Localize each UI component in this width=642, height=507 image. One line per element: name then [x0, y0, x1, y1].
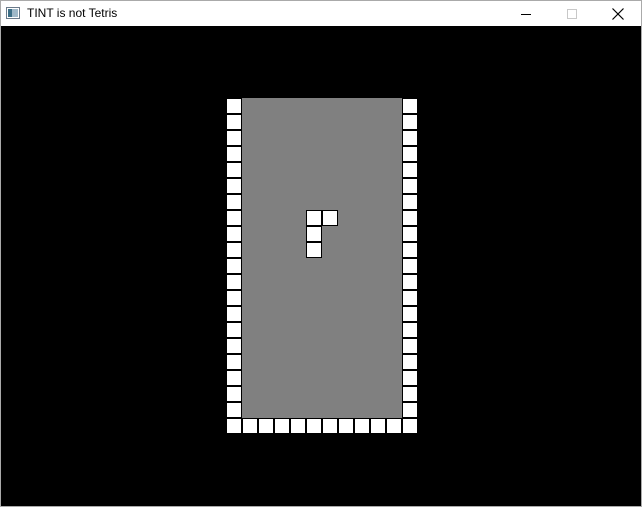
close-icon [612, 7, 624, 20]
right-wall-block [402, 146, 418, 162]
left-wall-block [226, 114, 242, 130]
left-wall-block [226, 306, 242, 322]
close-button[interactable] [595, 1, 641, 26]
left-wall-block [226, 322, 242, 338]
floor-block [306, 418, 322, 434]
right-wall-block [402, 210, 418, 226]
right-wall-block [402, 402, 418, 418]
maximize-button [549, 1, 595, 26]
app-window: TINT is not Tetris [0, 0, 642, 507]
game-canvas[interactable] [1, 26, 641, 506]
left-wall-block [226, 130, 242, 146]
right-wall-block [402, 226, 418, 242]
left-wall-block [226, 242, 242, 258]
right-wall-block [402, 370, 418, 386]
left-wall-block [226, 386, 242, 402]
left-wall-block [226, 226, 242, 242]
floor-block [386, 418, 402, 434]
right-wall-block [402, 178, 418, 194]
left-wall-block [226, 210, 242, 226]
floor-block [242, 418, 258, 434]
left-wall-block [226, 370, 242, 386]
active-piece-block [306, 226, 322, 242]
right-wall-block [402, 130, 418, 146]
right-wall-block [402, 386, 418, 402]
window-app-icon [6, 7, 20, 19]
maximize-icon [567, 8, 577, 19]
right-wall-block [402, 354, 418, 370]
playfield [242, 98, 402, 418]
floor-block [338, 418, 354, 434]
active-piece-block [322, 210, 338, 226]
minimize-button[interactable] [503, 1, 549, 26]
left-wall-block [226, 258, 242, 274]
floor-block [354, 418, 370, 434]
right-wall-block [402, 114, 418, 130]
right-wall-block [402, 98, 418, 114]
right-wall-block [402, 162, 418, 178]
left-wall-block [226, 402, 242, 418]
left-wall-block [226, 194, 242, 210]
right-wall-block [402, 258, 418, 274]
left-wall-block [226, 162, 242, 178]
floor-block [226, 418, 242, 434]
active-piece-block [306, 242, 322, 258]
floor-block [370, 418, 386, 434]
left-wall-block [226, 178, 242, 194]
left-wall-block [226, 274, 242, 290]
right-wall-block [402, 194, 418, 210]
left-wall-block [226, 354, 242, 370]
left-wall-block [226, 98, 242, 114]
window-title: TINT is not Tetris [27, 6, 118, 20]
floor-block [322, 418, 338, 434]
floor-block [274, 418, 290, 434]
right-wall-block [402, 274, 418, 290]
right-wall-block [402, 290, 418, 306]
floor-block [290, 418, 306, 434]
title-bar[interactable]: TINT is not Tetris [1, 1, 641, 26]
right-wall-block [402, 338, 418, 354]
right-wall-block [402, 322, 418, 338]
floor-block [402, 418, 418, 434]
active-piece-block [306, 210, 322, 226]
floor-block [258, 418, 274, 434]
right-wall-block [402, 306, 418, 322]
right-wall-block [402, 242, 418, 258]
minimize-icon [521, 13, 531, 15]
left-wall-block [226, 338, 242, 354]
left-wall-block [226, 290, 242, 306]
left-wall-block [226, 146, 242, 162]
